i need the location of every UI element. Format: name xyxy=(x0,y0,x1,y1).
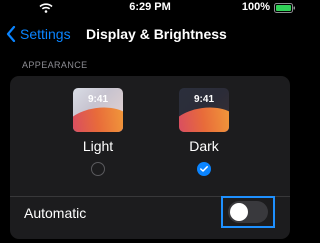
appearance-card: 9:41 Light 9:41 Dark Automatic xyxy=(10,76,290,239)
checkmark-icon xyxy=(200,166,208,172)
automatic-toggle[interactable] xyxy=(228,201,268,223)
theme-option-dark[interactable]: 9:41 Dark xyxy=(176,88,232,176)
battery-percent: 100% xyxy=(241,1,270,13)
preview-time: 9:41 xyxy=(193,94,214,105)
status-bar: 6:29 PM 100% xyxy=(0,0,300,16)
back-button-label: Settings xyxy=(20,26,71,42)
toggle-knob xyxy=(230,203,248,221)
light-mode-preview: 9:41 xyxy=(73,88,123,132)
section-header-appearance: APPEARANCE xyxy=(22,60,88,70)
automatic-label: Automatic xyxy=(24,205,87,221)
preview-time: 9:41 xyxy=(87,94,108,105)
chevron-left-icon xyxy=(6,26,16,42)
dark-mode-preview: 9:41 xyxy=(179,88,229,132)
theme-label-dark: Dark xyxy=(189,138,219,154)
page-title: Display & Brightness xyxy=(86,26,227,42)
back-button[interactable]: Settings xyxy=(6,24,71,44)
light-radio-button[interactable] xyxy=(91,162,105,176)
theme-option-light[interactable]: 9:41 Light xyxy=(70,88,126,176)
theme-label-light: Light xyxy=(82,138,114,154)
battery-icon xyxy=(274,3,295,13)
dark-radio-button[interactable] xyxy=(197,162,211,176)
